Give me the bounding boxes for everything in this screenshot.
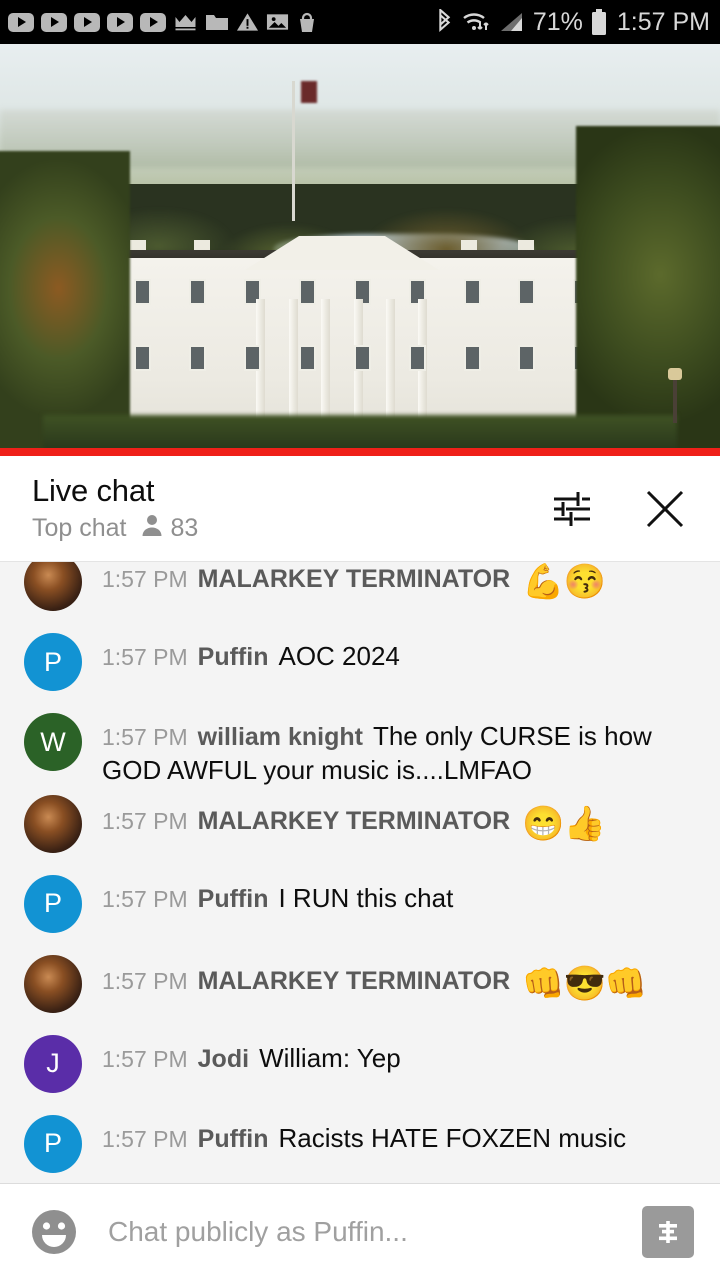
message-timestamp: 1:57 PM: [102, 566, 188, 592]
avatar[interactable]: [24, 794, 82, 853]
youtube-icon: [8, 12, 34, 32]
message-author[interactable]: Jodi: [198, 1045, 249, 1073]
message-text: Racists HATE FOXZEN music: [278, 1122, 627, 1153]
chat-message[interactable]: P 1:57 PM Puffin Racists HATE FOXZEN music: [0, 1108, 720, 1183]
super-chat-dollar-icon[interactable]: [642, 1206, 694, 1258]
video-player[interactable]: [0, 44, 720, 456]
chat-message[interactable]: P 1:57 PM Puffin I RUN this chat: [0, 868, 720, 948]
status-bar: 71% 1:57 PM: [0, 0, 720, 44]
right-tree: [576, 126, 720, 456]
message-timestamp: 1:57 PM: [102, 1045, 188, 1072]
page-title: Live chat: [32, 472, 155, 508]
chat-message-body: 1:57 PM MALARKEY TERMINATOR 👊😎👊: [82, 948, 650, 1006]
youtube-icon: [41, 12, 67, 32]
avatar[interactable]: J: [24, 1034, 82, 1093]
message-author[interactable]: MALARKEY TERMINATOR: [198, 807, 511, 835]
battery-icon: [591, 8, 607, 36]
flagpole: [291, 81, 295, 222]
message-author[interactable]: Puffin: [198, 885, 269, 913]
person-icon: [140, 513, 164, 543]
avatar[interactable]: [24, 562, 82, 611]
message-author[interactable]: MALARKEY TERMINATOR: [198, 565, 511, 593]
message-author[interactable]: Puffin: [198, 643, 269, 671]
chat-message-body: 1:57 PM Puffin Racists HATE FOXZEN music: [82, 1108, 630, 1156]
message-text: William: Yep: [259, 1042, 401, 1073]
chat-header-subtitle: Top chat 83: [32, 513, 548, 543]
chat-message-list[interactable]: 1:57 PM MALARKEY TERMINATOR 💪😚 P 1:57 PM Puff…: [0, 561, 720, 1183]
message-emoji: 👊😎👊: [522, 964, 647, 1003]
crown-icon: [173, 12, 198, 32]
chat-header-texts: Live chat Top chat 83: [32, 472, 548, 544]
message-timestamp: 1:57 PM: [102, 1125, 188, 1152]
message-text: I RUN this chat: [278, 882, 454, 913]
live-chat-header: Live chat Top chat 83: [0, 456, 720, 561]
chat-message-body: 1:57 PM MALARKEY TERMINATOR 💪😚: [82, 562, 609, 604]
warning-icon: [236, 12, 259, 32]
chat-message[interactable]: J 1:57 PM Jodi William: Yep: [0, 1028, 720, 1108]
shopping-bag-icon: [296, 12, 318, 33]
message-timestamp: 1:57 PM: [102, 885, 188, 912]
tune-sliders-icon[interactable]: [548, 486, 594, 532]
message-emoji: 💪😚: [522, 563, 606, 601]
message-emoji: 😁👍: [522, 804, 606, 843]
message-author[interactable]: william knight: [198, 723, 363, 751]
avatar[interactable]: [24, 954, 82, 1013]
avatar[interactable]: P: [24, 1114, 82, 1173]
chat-mode-label[interactable]: Top chat: [32, 514, 127, 543]
chat-message-body: 1:57 PM Puffin I RUN this chat: [82, 868, 457, 916]
message-timestamp: 1:57 PM: [102, 724, 188, 750]
chat-header-actions: [548, 484, 698, 534]
bluetooth-icon: [436, 8, 453, 36]
chat-message-body: 1:57 PM Puffin AOC 2024: [82, 626, 404, 674]
image-icon: [266, 12, 289, 32]
chat-message[interactable]: W 1:57 PM william knight The only CURSE is …: [0, 706, 720, 788]
chat-message[interactable]: P 1:57 PM Puffin AOC 2024: [0, 626, 720, 706]
chat-message[interactable]: 1:57 PM MALARKEY TERMINATOR 😁👍: [0, 788, 720, 868]
cell-signal-icon: [499, 10, 525, 34]
chat-message-body: 1:57 PM MALARKEY TERMINATOR 😁👍: [82, 788, 609, 846]
flag: [300, 81, 317, 104]
window-row-lower: [79, 344, 591, 371]
left-tree: [0, 151, 130, 456]
folder-icon: [205, 12, 229, 32]
chat-input[interactable]: [80, 1216, 642, 1248]
video-progress-fill: [0, 448, 720, 456]
message-author[interactable]: Puffin: [198, 1125, 269, 1153]
avatar[interactable]: P: [24, 633, 82, 691]
avatar[interactable]: W: [24, 713, 82, 771]
wifi-transfer-icon: [461, 10, 491, 35]
chat-message[interactable]: 1:57 PM MALARKEY TERMINATOR 👊😎👊: [0, 948, 720, 1028]
status-bar-system: 71% 1:57 PM: [436, 8, 710, 37]
message-timestamp: 1:57 PM: [102, 807, 188, 834]
emoji-face-icon[interactable]: [28, 1206, 80, 1258]
battery-percent-label: 71%: [532, 7, 583, 36]
viewer-count-label: 83: [170, 513, 199, 542]
message-text: AOC 2024: [278, 641, 400, 671]
avatar[interactable]: P: [24, 874, 82, 933]
chat-message-body: 1:57 PM william knight The only CURSE is h…: [82, 706, 698, 788]
lamp-post: [667, 368, 682, 424]
viewer-count: 83: [140, 513, 199, 543]
message-author[interactable]: MALARKEY TERMINATOR: [198, 967, 511, 995]
message-timestamp: 1:57 PM: [102, 967, 188, 994]
youtube-live-chat-screen: 71% 1:57 PM Live chat Top chat 83 1:57 P…: [0, 0, 720, 1280]
youtube-icon: [107, 12, 133, 32]
chat-input-bar: [0, 1183, 720, 1280]
youtube-icon: [74, 12, 100, 32]
clock-label: 1:57 PM: [616, 7, 710, 36]
close-icon[interactable]: [640, 484, 690, 534]
video-progress-bar[interactable]: [0, 448, 720, 456]
chat-message[interactable]: 1:57 PM MALARKEY TERMINATOR 💪😚: [0, 562, 720, 626]
message-timestamp: 1:57 PM: [102, 644, 188, 670]
status-bar-notifications: [8, 12, 318, 33]
youtube-icon: [140, 12, 166, 32]
chat-message-body: 1:57 PM Jodi William: Yep: [82, 1028, 405, 1076]
white-house-pediment: [244, 235, 440, 270]
